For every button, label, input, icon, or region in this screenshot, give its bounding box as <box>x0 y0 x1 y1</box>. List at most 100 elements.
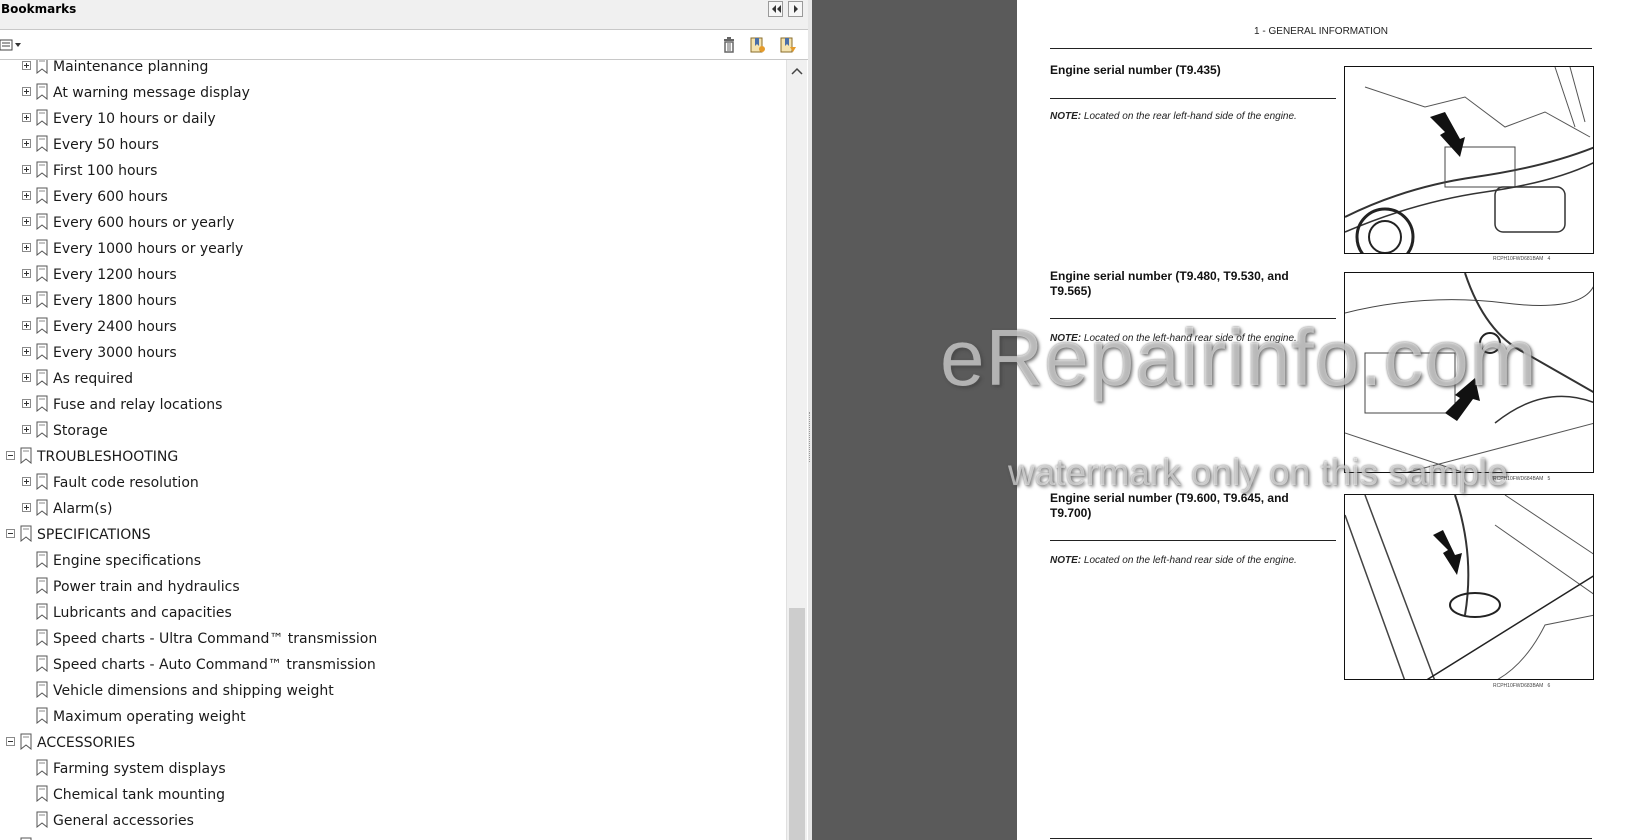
expand-toggle-icon[interactable] <box>22 61 31 70</box>
bookmark-label: First 100 hours <box>53 163 158 179</box>
pointer-arrow-icon <box>1445 378 1480 421</box>
bookmark-icon <box>36 707 48 724</box>
bookmark-item[interactable]: Speed charts - Ultra Command™ transmissi… <box>0 628 785 652</box>
bookmark-item[interactable]: Lubricants and capacities <box>0 602 785 626</box>
new-bookmark-button[interactable] <box>748 36 766 54</box>
page-header: 1 - GENERAL INFORMATION <box>1254 26 1388 37</box>
bookmark-item[interactable]: First 100 hours <box>0 160 785 184</box>
expand-toggle-icon[interactable] <box>22 269 31 278</box>
figure-number: 4 <box>1547 256 1551 262</box>
bookmark-label: ACCESSORIES <box>37 735 136 751</box>
bookmark-icon <box>36 473 48 490</box>
bookmark-item[interactable]: TROUBLESHOOTING <box>0 446 785 470</box>
expand-toggle-icon[interactable] <box>22 347 31 356</box>
bookmark-item[interactable]: Every 1200 hours <box>0 264 785 288</box>
bookmark-item[interactable]: Engine specifications <box>0 550 785 574</box>
figure-engine-t9-435 <box>1344 66 1594 254</box>
bookmark-item[interactable]: SPECIFICATIONS <box>0 524 785 548</box>
section-title-line: T9.565) <box>1050 284 1092 298</box>
bookmark-item[interactable]: Every 600 hours <box>0 186 785 210</box>
bookmark-icon <box>20 525 32 542</box>
expand-panel-button[interactable] <box>788 1 803 17</box>
bookmark-item[interactable]: Every 50 hours <box>0 134 785 158</box>
expand-toggle-icon[interactable] <box>22 477 31 486</box>
expand-toggle-icon[interactable] <box>22 295 31 304</box>
expand-toggle-icon[interactable] <box>22 113 31 122</box>
bookmark-icon <box>36 499 48 516</box>
bookmark-item[interactable]: Every 2400 hours <box>0 316 785 340</box>
bookmark-icon <box>36 681 48 698</box>
bookmark-icon <box>36 161 48 178</box>
collapse-toggle-icon[interactable] <box>6 737 15 746</box>
bookmark-icon <box>36 291 48 308</box>
options-icon <box>0 39 21 51</box>
expand-toggle-icon[interactable] <box>22 191 31 200</box>
bookmark-item[interactable]: Chemical tank mounting <box>0 784 785 808</box>
expand-bookmark-button[interactable] <box>779 36 797 54</box>
bookmark-item[interactable]: Farming system displays <box>0 758 785 782</box>
note-text: Located on the rear left-hand side of th… <box>1081 111 1297 122</box>
bookmark-item[interactable]: Every 10 hours or daily <box>0 108 785 132</box>
expand-toggle-icon[interactable] <box>22 165 31 174</box>
bookmark-item[interactable]: Fault code resolution <box>0 472 785 496</box>
expand-toggle-icon[interactable] <box>22 243 31 252</box>
bookmark-item[interactable]: Power train and hydraulics <box>0 576 785 600</box>
bookmark-icon <box>36 213 48 230</box>
bookmark-label: Alarm(s) <box>53 501 113 517</box>
scroll-up-arrow-icon[interactable] <box>790 66 804 76</box>
bookmark-item[interactable] <box>0 836 785 840</box>
section-note: NOTE: Located on the left-hand rear side… <box>1050 555 1297 566</box>
bookmark-icon <box>20 447 32 464</box>
bookmark-item[interactable]: Fuse and relay locations <box>0 394 785 418</box>
bookmark-item[interactable]: Every 1800 hours <box>0 290 785 314</box>
collapse-panel-button[interactable] <box>768 1 783 17</box>
bookmark-item[interactable]: Every 1000 hours or yearly <box>0 238 785 262</box>
bookmark-item[interactable]: Maximum operating weight <box>0 706 785 730</box>
collapse-toggle-icon[interactable] <box>6 529 15 538</box>
vertical-scrollbar[interactable] <box>786 60 807 840</box>
note-prefix: NOTE: <box>1050 555 1082 566</box>
scrollbar-thumb[interactable] <box>789 608 805 840</box>
footer-rule <box>1050 838 1592 839</box>
expand-toggle-icon[interactable] <box>22 217 31 226</box>
expand-toggle-icon[interactable] <box>22 373 31 382</box>
bookmark-label: Vehicle dimensions and shipping weight <box>53 683 334 699</box>
bookmark-icon <box>36 83 48 100</box>
options-button[interactable] <box>0 38 22 52</box>
bookmark-label: Fuse and relay locations <box>53 397 223 413</box>
bookmark-label: Engine specifications <box>53 553 202 569</box>
bookmark-item[interactable]: At warning message display <box>0 82 785 106</box>
bookmark-icon <box>36 811 48 828</box>
note-text: Located on the left-hand rear side of th… <box>1081 333 1297 344</box>
pointer-arrow-icon <box>1433 530 1462 575</box>
bookmark-item[interactable]: Every 600 hours or yearly <box>0 212 785 236</box>
section-rule <box>1050 540 1336 541</box>
bookmark-item[interactable]: Storage <box>0 420 785 444</box>
bookmark-icon <box>36 343 48 360</box>
collapse-toggle-icon[interactable] <box>6 451 15 460</box>
bookmark-item[interactable]: Speed charts - Auto Command™ transmissio… <box>0 654 785 678</box>
bookmark-item[interactable]: General accessories <box>0 810 785 834</box>
panel-header: Bookmarks <box>0 0 808 30</box>
bookmark-icon <box>36 265 48 282</box>
bookmark-label: Every 50 hours <box>53 137 159 153</box>
engine-photo-illustration <box>1345 67 1593 253</box>
document-page: 1 - GENERAL INFORMATION Engine serial nu… <box>1017 0 1649 840</box>
bookmark-label: At warning message display <box>53 85 250 101</box>
pointer-arrow-icon <box>1430 112 1465 157</box>
expand-toggle-icon[interactable] <box>22 425 31 434</box>
bookmark-item[interactable]: Alarm(s) <box>0 498 785 522</box>
expand-toggle-icon[interactable] <box>22 503 31 512</box>
delete-bookmark-button[interactable] <box>720 36 738 54</box>
bookmark-item[interactable]: As required <box>0 368 785 392</box>
bookmark-item[interactable]: Every 3000 hours <box>0 342 785 366</box>
expand-toggle-icon[interactable] <box>22 321 31 330</box>
bookmark-item[interactable]: Vehicle dimensions and shipping weight <box>0 680 785 704</box>
expand-toggle-icon[interactable] <box>22 399 31 408</box>
bookmark-item[interactable]: ACCESSORIES <box>0 732 785 756</box>
expand-toggle-icon[interactable] <box>22 87 31 96</box>
bookmark-item[interactable]: Maintenance planning <box>0 60 785 80</box>
bookmarks-panel: Bookmarks Maintenance planning At warnin… <box>0 0 808 840</box>
expand-toggle-icon[interactable] <box>22 139 31 148</box>
figure-code: RCPH10FWD684BAM <box>1493 476 1544 482</box>
